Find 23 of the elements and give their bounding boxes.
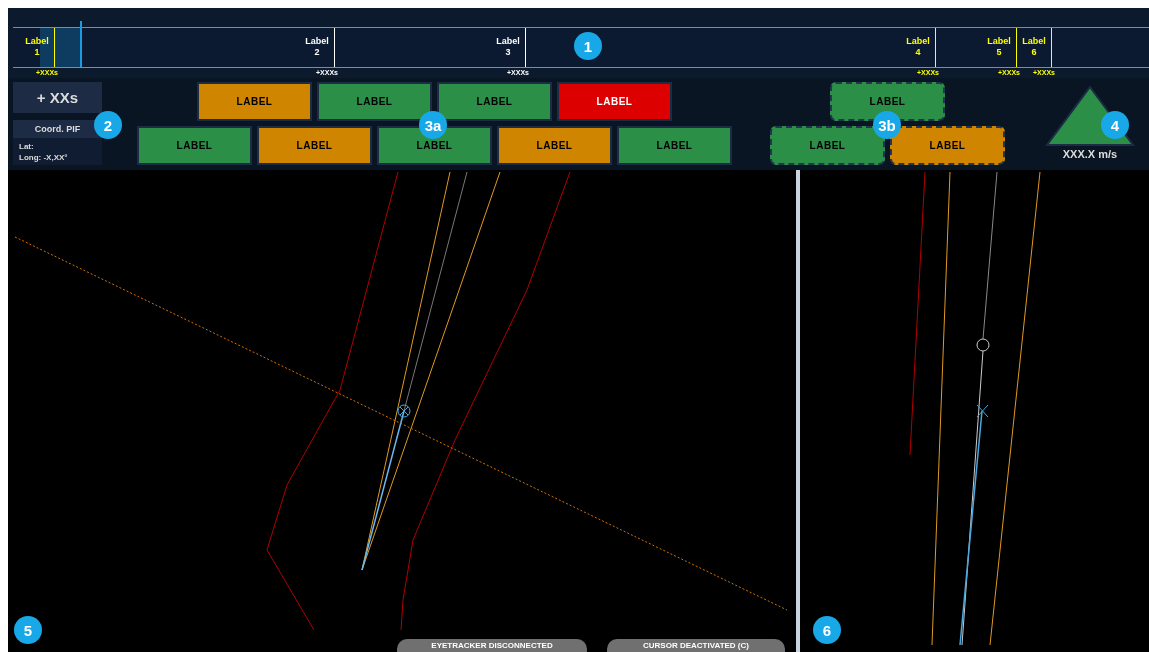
label-button[interactable]: LABEL (557, 82, 672, 121)
coord-title: Coord. PIF (13, 120, 102, 138)
label-button[interactable]: LABEL (437, 82, 552, 121)
label-button[interactable]: LABEL (830, 82, 945, 121)
label-button[interactable]: LABEL (197, 82, 312, 121)
lat-text: Lat: (19, 140, 35, 152)
long-text: Long: -X,XX° (19, 151, 69, 163)
label-button[interactable]: LABEL (317, 82, 432, 121)
split-handle[interactable] (795, 170, 800, 652)
status-pill: CURSOR DEACTIVATED (C) (607, 639, 785, 652)
marker-label: Label 2 (304, 36, 330, 58)
label-button[interactable]: LABEL (497, 126, 612, 165)
status-pill: EYETRACKER DISCONNECTED (397, 639, 587, 652)
speed-reading: XXX.X m/s (1062, 148, 1118, 160)
marker-label: Label 5 (986, 36, 1012, 58)
marker-label: Label 4 (905, 36, 931, 58)
marker-label: Label 6 (1021, 36, 1047, 58)
marker-label: Label 1 (24, 36, 50, 58)
label-button[interactable]: LABEL (137, 126, 252, 165)
label-button[interactable]: LABEL (617, 126, 732, 165)
time-offset: + XXs (13, 82, 102, 113)
marker-label: Label 3 (495, 36, 521, 58)
label-button[interactable]: LABEL (257, 126, 372, 165)
